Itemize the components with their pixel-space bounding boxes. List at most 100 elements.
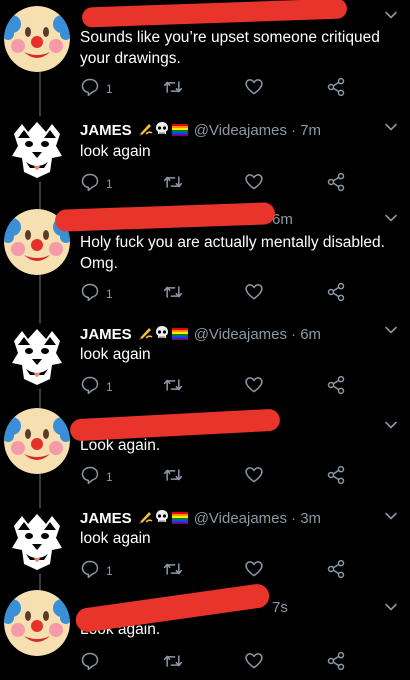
chevron-down-icon[interactable] bbox=[384, 509, 398, 523]
tweet-actions: 1 bbox=[80, 375, 360, 400]
heart-icon bbox=[244, 77, 264, 102]
author-row[interactable]: JAMES @Videajames · 7m bbox=[80, 121, 321, 141]
retweet-button[interactable] bbox=[162, 283, 184, 305]
reply-button[interactable] bbox=[80, 652, 106, 674]
rainbow-flag-icon bbox=[171, 511, 188, 524]
timestamp[interactable]: · 7m bbox=[291, 122, 321, 139]
reply-icon bbox=[80, 282, 100, 307]
rainbow-flag-icon bbox=[171, 123, 188, 136]
timestamp[interactable]: · 6m bbox=[291, 326, 321, 343]
share-button[interactable] bbox=[326, 375, 346, 400]
timestamp[interactable]: 7s bbox=[272, 599, 288, 616]
reply-count: 1 bbox=[106, 82, 113, 96]
share-button[interactable] bbox=[326, 465, 346, 490]
redaction-mark bbox=[81, 0, 348, 28]
like-button[interactable] bbox=[244, 652, 264, 674]
tweet-actions: 1 bbox=[80, 282, 360, 307]
heart-icon bbox=[244, 375, 264, 400]
skull-icon bbox=[154, 121, 170, 141]
tweet-text: Sounds like you’re upset someone critiqu… bbox=[80, 29, 380, 67]
retweet-icon bbox=[162, 559, 184, 584]
tweet-text: look again bbox=[80, 346, 151, 363]
like-button[interactable] bbox=[244, 283, 264, 305]
reply-count: 1 bbox=[106, 287, 113, 301]
reply-button[interactable]: 1 bbox=[80, 78, 113, 100]
share-button[interactable] bbox=[326, 77, 346, 102]
share-button[interactable] bbox=[326, 172, 346, 197]
james-avatar[interactable] bbox=[4, 508, 70, 574]
reply-button[interactable]: 1 bbox=[80, 283, 113, 305]
reply-button[interactable]: 1 bbox=[80, 376, 113, 398]
retweet-button[interactable] bbox=[162, 376, 184, 398]
heart-icon bbox=[244, 651, 264, 676]
reply-count: 1 bbox=[106, 470, 113, 484]
retweet-button[interactable] bbox=[162, 466, 184, 488]
chevron-down-icon[interactable] bbox=[384, 323, 398, 337]
tweet-actions: 1 bbox=[80, 77, 360, 102]
retweet-button[interactable] bbox=[162, 173, 184, 195]
like-button[interactable] bbox=[244, 78, 264, 100]
retweet-icon bbox=[162, 77, 184, 102]
like-button[interactable] bbox=[244, 376, 264, 398]
author-name[interactable]: JAMES bbox=[80, 122, 132, 139]
share-icon bbox=[326, 282, 346, 307]
chevron-down-icon[interactable] bbox=[384, 211, 398, 225]
timestamp[interactable]: 6m bbox=[272, 211, 293, 228]
reply-count: 1 bbox=[106, 564, 113, 578]
retweet-button[interactable] bbox=[162, 78, 184, 100]
reply-icon bbox=[80, 651, 100, 676]
reply-button[interactable]: 1 bbox=[80, 173, 113, 195]
retweet-button[interactable] bbox=[162, 560, 184, 582]
share-icon bbox=[326, 559, 346, 584]
chevron-down-icon[interactable] bbox=[384, 600, 398, 614]
author-name[interactable]: JAMES bbox=[80, 326, 132, 343]
retweet-icon bbox=[162, 375, 184, 400]
author-row[interactable]: JAMES @Videajames · 6m bbox=[80, 325, 321, 345]
reply-button[interactable]: 1 bbox=[80, 466, 113, 488]
skull-icon bbox=[154, 509, 170, 529]
chevron-down-icon[interactable] bbox=[384, 120, 398, 134]
share-icon bbox=[326, 172, 346, 197]
share-button[interactable] bbox=[326, 282, 346, 307]
reply-icon bbox=[80, 375, 100, 400]
share-button[interactable] bbox=[326, 651, 346, 674]
james-avatar[interactable] bbox=[4, 323, 70, 389]
author-handle[interactable]: @Videajames bbox=[194, 122, 287, 139]
share-icon bbox=[326, 465, 346, 490]
retweet-icon bbox=[162, 282, 184, 307]
like-button[interactable] bbox=[244, 466, 264, 488]
tweet-actions: 1 bbox=[80, 172, 360, 197]
redaction-mark bbox=[54, 202, 276, 232]
like-button[interactable] bbox=[244, 173, 264, 195]
author-row[interactable]: JAMES @Videajames · 3m bbox=[80, 509, 321, 529]
retweet-icon bbox=[162, 172, 184, 197]
author-name[interactable]: JAMES bbox=[80, 510, 132, 527]
james-avatar[interactable] bbox=[4, 116, 70, 182]
retweet-icon bbox=[162, 651, 184, 676]
retweet-button[interactable] bbox=[162, 652, 184, 674]
reply-count: 1 bbox=[106, 177, 113, 191]
reply-button[interactable]: 1 bbox=[80, 560, 113, 582]
share-button[interactable] bbox=[326, 559, 346, 584]
chevron-down-icon[interactable] bbox=[384, 418, 398, 432]
timestamp[interactable]: · 3m bbox=[291, 510, 321, 527]
writing-hand-icon bbox=[138, 121, 154, 141]
clown-avatar[interactable] bbox=[4, 590, 70, 656]
rainbow-flag-icon bbox=[171, 327, 188, 340]
tweet-text: look again bbox=[80, 530, 151, 547]
author-handle[interactable]: @Videajames bbox=[194, 510, 287, 527]
chevron-down-icon[interactable] bbox=[384, 8, 398, 22]
share-icon bbox=[326, 77, 346, 102]
share-icon bbox=[326, 375, 346, 400]
like-button[interactable] bbox=[244, 560, 264, 582]
reply-icon bbox=[80, 465, 100, 490]
tweet-text: Holy fuck you are actually mentally disa… bbox=[80, 234, 385, 272]
tweet-actions bbox=[80, 651, 360, 674]
clown-avatar[interactable] bbox=[4, 6, 70, 72]
reply-icon bbox=[80, 77, 100, 102]
writing-hand-icon bbox=[138, 509, 154, 529]
heart-icon bbox=[244, 172, 264, 197]
tweet-actions: 1 bbox=[80, 559, 360, 584]
clown-avatar[interactable] bbox=[4, 408, 70, 474]
author-handle[interactable]: @Videajames bbox=[194, 326, 287, 343]
